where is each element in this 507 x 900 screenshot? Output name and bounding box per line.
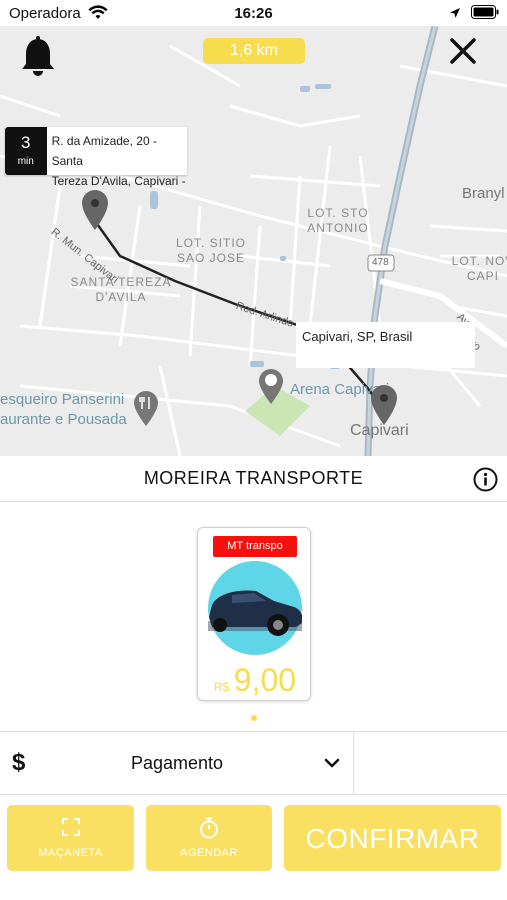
status-bar: Operadora 16:26 [0,0,507,26]
destination-marker-icon[interactable] [370,384,398,431]
wifi-icon [88,5,108,25]
action-bar: MAÇANETA AGENDAR CONFIRMAR [0,796,507,900]
coupon-field[interactable] [355,732,507,794]
confirm-button[interactable]: CONFIRMAR [284,805,501,871]
route-badge-label: 478 [372,257,389,268]
vehicle-option-card[interactable]: MT transpo R$ 9,00 [197,527,311,701]
macaneta-label: MAÇANETA [38,847,103,859]
payment-row: $ Pagamento [0,731,507,795]
company-header: MOREIRA TRANSPORTE [0,456,507,502]
vehicle-tag: MT transpo [213,536,297,557]
stadium-pin-icon[interactable] [258,369,284,410]
eta-box: 3 min [5,127,47,175]
carrier-label: Operadora [9,5,81,22]
origin-address: R. da Amizade, 20 - Santa Tereza D'Avila… [51,134,186,188]
eta-value: 3 [21,133,31,152]
expand-icon [7,817,134,837]
battery-icon [471,5,499,23]
vehicle-price: R$ 9,00 [198,662,312,699]
bell-icon[interactable] [20,36,56,78]
map-area-label: SANTA TEREZA D'AVILA [70,275,172,304]
confirm-label: CONFIRMAR [305,823,480,854]
vehicle-carousel[interactable]: MT transpo R$ 9,00 [0,503,507,729]
map-area-label: LOT. STO ANTONIO [307,206,369,235]
stopwatch-icon [146,817,272,839]
distance-badge: 1,6 km [203,38,305,64]
eta-unit: min [17,156,34,167]
info-icon[interactable] [473,467,498,492]
price-value: 9,00 [233,662,297,698]
status-indicators [449,5,499,23]
map-view[interactable]: LOT. STO ANTONIO LOT. SITIO SAO JOSE SANTA… [0,26,507,456]
company-name: MOREIRA TRANSPORTE [143,468,364,488]
destination-callout[interactable]: Capivari, SP, Brasil [296,322,475,368]
car-icon [208,561,303,655]
map-area-label: LOT. NOVCAPI [451,254,507,283]
map-place-label: aurante e Pousada [0,411,127,428]
agendar-label: AGENDAR [180,847,238,859]
restaurant-pin-icon[interactable] [133,391,159,432]
origin-callout[interactable]: 3 min R. da Amizade, 20 - Santa Tereza D… [5,127,187,188]
price-currency: R$ [213,680,230,694]
payment-label: Pagamento [130,753,224,773]
close-icon[interactable] [448,36,478,66]
map-area-label: LOT. SITIO SAO JOSE [175,236,246,265]
map-place-label: Branyl [462,185,505,202]
carousel-page-indicator [251,715,257,721]
agendar-button[interactable]: AGENDAR [146,805,272,871]
payment-selector[interactable]: $ Pagamento [0,732,354,794]
macaneta-button[interactable]: MAÇANETA [7,805,134,871]
map-place-label: esqueiro Panserini [0,391,125,408]
chevron-down-icon [323,754,341,772]
location-arrow-icon [449,6,461,23]
origin-marker-icon[interactable] [81,189,109,236]
